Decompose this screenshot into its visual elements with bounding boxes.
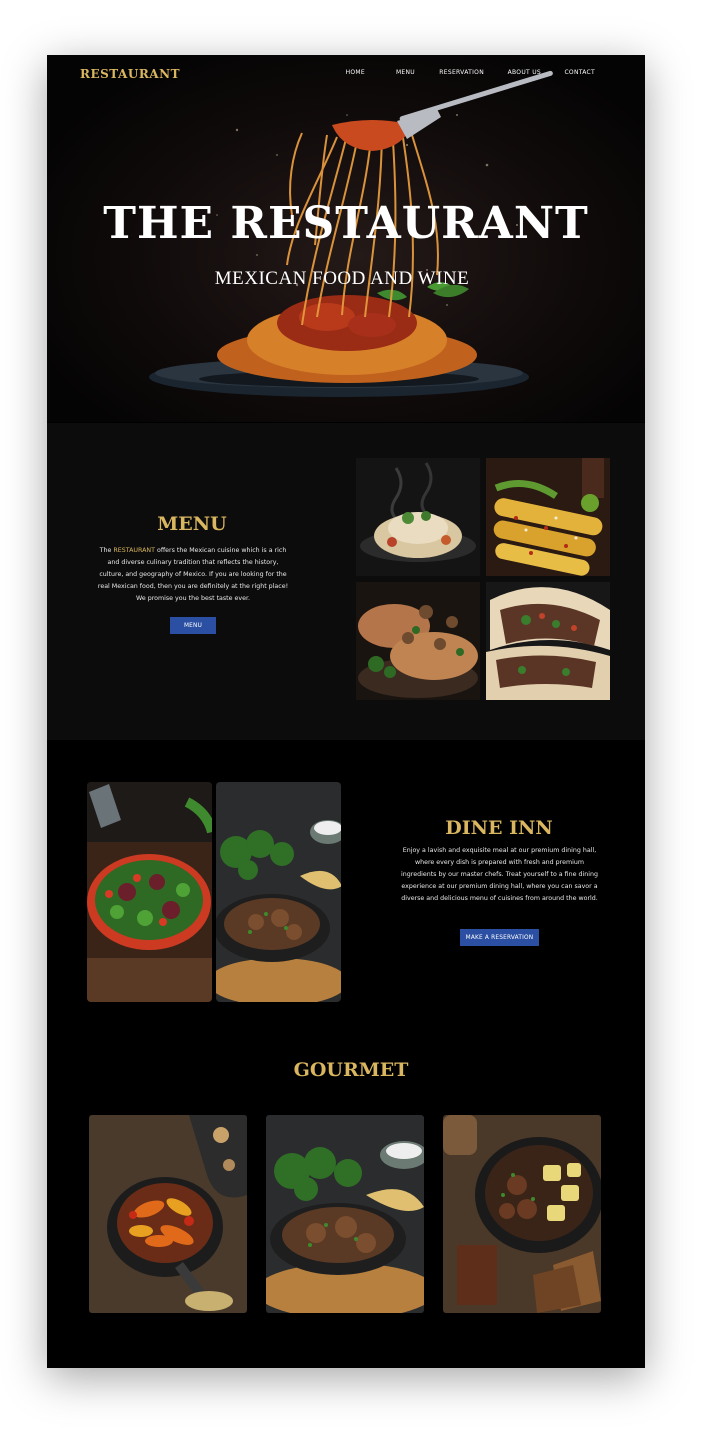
- dish-image-burrito: [486, 582, 610, 700]
- dine-inn-description: Enjoy a lavish and exquisite meal at our…: [401, 847, 598, 902]
- dish-image-grilled-corn: [486, 458, 610, 576]
- menu-text-highlight: RESTAURANT: [113, 547, 155, 554]
- menu-text-body: offers the Mexican cuisine which is a ri…: [97, 547, 289, 602]
- menu-section-description: The RESTAURANT offers the Mexican cuisin…: [97, 545, 289, 605]
- nav-about-us[interactable]: ABOUT US: [508, 69, 541, 76]
- dine-inn-section: DINE INN Enjoy a lavish and exquisite me…: [47, 741, 645, 1028]
- nav-menu[interactable]: MENU: [396, 69, 415, 76]
- page: RESTAURANT HOME MENU RESERVATION ABOUT U…: [47, 55, 645, 1368]
- gourmet-image-beef-potatoes: [443, 1115, 601, 1313]
- nav-contact[interactable]: CONTACT: [564, 69, 595, 76]
- gourmet-section: GOURMET: [47, 1028, 645, 1368]
- menu-section-title: MENU: [157, 513, 227, 535]
- dine-inn-title: DINE INN: [445, 817, 553, 839]
- menu-text-prefix: The: [99, 547, 114, 554]
- menu-button[interactable]: MENU: [170, 617, 216, 634]
- dish-image-stew-pan: [216, 782, 341, 1002]
- gourmet-image-peppers: [89, 1115, 247, 1313]
- make-reservation-button[interactable]: MAKE A RESERVATION: [460, 929, 539, 946]
- dish-image-chicken-mushroom: [356, 582, 480, 700]
- gourmet-title: GOURMET: [293, 1059, 409, 1081]
- dish-image-salad: [87, 782, 212, 1002]
- hero-section: RESTAURANT HOME MENU RESERVATION ABOUT U…: [47, 55, 645, 422]
- menu-section: MENU The RESTAURANT offers the Mexican c…: [47, 423, 645, 740]
- hero-title: THE RESTAURANT: [103, 198, 589, 249]
- dish-image-rice-bowl: [356, 458, 480, 576]
- hero-subtitle: MEXICAN FOOD AND WINE: [214, 268, 470, 289]
- gourmet-image-stew-pan: [266, 1115, 424, 1313]
- site-logo[interactable]: RESTAURANT: [80, 67, 180, 81]
- nav-reservation[interactable]: RESERVATION: [439, 69, 484, 76]
- nav-home[interactable]: HOME: [346, 69, 365, 76]
